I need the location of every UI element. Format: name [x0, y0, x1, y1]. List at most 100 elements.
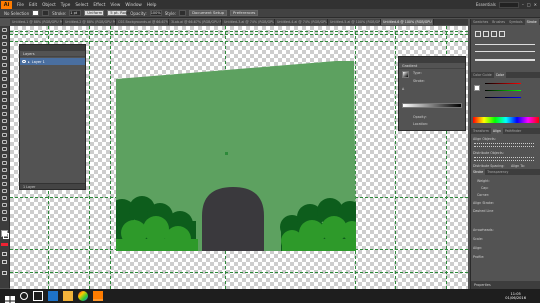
search-help-field[interactable]: [498, 1, 519, 8]
opacity-field[interactable]: 100%: [149, 10, 162, 16]
fill-swatch[interactable]: [32, 10, 40, 16]
green-slider[interactable]: [485, 90, 521, 91]
brush-swatch[interactable]: [491, 31, 497, 37]
gradient-tool-icon[interactable]: [2, 161, 8, 166]
system-clock[interactable]: 11:05 01/06/2016: [505, 292, 526, 301]
stroke-weight-field[interactable]: 1 pt: [69, 10, 82, 16]
layer-lock-icon[interactable]: ▸: [28, 60, 30, 64]
lasso-tool-icon[interactable]: [2, 49, 8, 54]
windows-start-icon[interactable]: [5, 291, 15, 303]
task-view-icon[interactable]: [33, 291, 43, 301]
tab-document-1[interactable]: Untitled-1 @ 88% (RGB/GPU Preview): [10, 19, 63, 25]
column-graph-tool-icon[interactable]: [2, 189, 8, 194]
magic-wand-tool-icon[interactable]: [2, 42, 8, 47]
minimize-button[interactable]: –: [522, 2, 524, 7]
tab-symbols[interactable]: Symbols: [507, 19, 525, 25]
brush-stroke-preview[interactable]: [475, 59, 535, 61]
menu-select[interactable]: Select: [75, 2, 88, 7]
preferences-button[interactable]: Preferences: [230, 10, 259, 16]
document-setup-button[interactable]: Document Setup: [189, 10, 228, 16]
draw-mode-icon[interactable]: [2, 252, 7, 256]
menu-view[interactable]: View: [110, 2, 120, 7]
properties-bar[interactable]: Properties: [471, 281, 540, 289]
zoom-tool-icon[interactable]: [2, 217, 8, 222]
file-explorer-icon[interactable]: [63, 291, 73, 301]
stroke-color-swatch[interactable]: [3, 233, 9, 239]
brush-stroke-preview[interactable]: [475, 51, 535, 52]
type-tool-icon[interactable]: [2, 70, 8, 75]
gradient-panel-tab[interactable]: Gradient: [399, 63, 465, 69]
tab-stroke[interactable]: Stroke: [524, 19, 539, 25]
menu-file[interactable]: File: [17, 2, 24, 7]
line-segment-tool-icon[interactable]: [2, 77, 8, 82]
menu-type[interactable]: Type: [61, 2, 71, 7]
perspective-grid-tool-icon[interactable]: [2, 147, 8, 152]
brush-stroke-preview[interactable]: [475, 44, 535, 45]
color-mode-icon[interactable]: [1, 243, 8, 246]
scale-tool-icon[interactable]: [2, 119, 8, 124]
tab-color[interactable]: Color: [493, 72, 507, 78]
eraser-tool-icon[interactable]: [2, 105, 8, 110]
selection-tool-icon[interactable]: [2, 28, 8, 33]
stroke-swatch[interactable]: [42, 10, 50, 16]
brush-swatch[interactable]: [475, 31, 481, 37]
blue-slider[interactable]: [485, 97, 521, 98]
tab-document-3[interactable]: CSS Backgrounds.ai @ 66.67% (RGB/GPU): [116, 19, 169, 25]
workspace-switcher[interactable]: Essentials: [476, 2, 496, 7]
screen-mode-icon[interactable]: [2, 260, 7, 264]
tab-transform[interactable]: Transform: [471, 128, 491, 134]
free-transform-tool-icon[interactable]: [2, 133, 8, 138]
red-slider[interactable]: [485, 83, 521, 84]
gradient-slider[interactable]: [402, 103, 462, 108]
menu-effect[interactable]: Effect: [93, 2, 105, 7]
artboard-tool-icon[interactable]: [2, 196, 8, 201]
menu-help[interactable]: Help: [147, 2, 157, 7]
tab-pathfinder[interactable]: Pathfinder: [503, 128, 523, 134]
menu-edit[interactable]: Edit: [29, 2, 37, 7]
rotate-tool-icon[interactable]: [2, 112, 8, 117]
menu-object[interactable]: Object: [42, 2, 56, 7]
edit-toolbar-icon[interactable]: [2, 271, 7, 275]
tab-document-6[interactable]: Untitled-4.ai @ 74% (RGB/GPU Preview): [275, 19, 328, 25]
tab-document-5[interactable]: Untitled-3.ai @ 74% (RGB/GPU Preview): [222, 19, 275, 25]
edge-browser-icon[interactable]: [48, 291, 58, 301]
graphic-style-swatch[interactable]: [179, 10, 187, 16]
close-button[interactable]: ✕: [534, 2, 537, 7]
variable-width-profile[interactable]: Uniform: [84, 10, 105, 16]
hand-tool-icon[interactable]: [2, 210, 8, 215]
shape-builder-tool-icon[interactable]: [2, 140, 8, 145]
visibility-eye-icon[interactable]: [22, 60, 26, 63]
distribute-buttons-row[interactable]: [474, 157, 534, 161]
tunnel-shape[interactable]: [202, 187, 264, 251]
chrome-icon[interactable]: [78, 291, 88, 301]
tab-brushes[interactable]: Brushes: [490, 19, 507, 25]
menu-window[interactable]: Window: [125, 2, 142, 7]
fill-color-chip[interactable]: [474, 85, 480, 91]
mesh-tool-icon[interactable]: [2, 154, 8, 159]
layer-row[interactable]: ▸ Layer 1: [20, 58, 85, 65]
eyedropper-tool-icon[interactable]: [2, 168, 8, 173]
symbol-sprayer-tool-icon[interactable]: [2, 182, 8, 187]
rectangle-tool-icon[interactable]: [2, 84, 8, 89]
brush-definition[interactable]: 5 pt. Round: [107, 10, 132, 16]
pencil-tool-icon[interactable]: [2, 98, 8, 103]
blend-tool-icon[interactable]: [2, 175, 8, 180]
tab-document-4[interactable]: 3Lab.ai @ 66.67% (RGB/GPU Preview): [169, 19, 222, 25]
tab-stroke-panel[interactable]: Stroke: [471, 169, 486, 175]
paintbrush-tool-icon[interactable]: [2, 91, 8, 96]
tab-swatches[interactable]: Swatches: [471, 19, 490, 25]
direct-selection-tool-icon[interactable]: [2, 35, 8, 40]
brush-swatch[interactable]: [483, 31, 489, 37]
maximize-button[interactable]: □: [527, 2, 531, 7]
tab-document-active[interactable]: Untitled-6 @ 100% (RGB/GPU Preview): [381, 19, 434, 25]
tab-align[interactable]: Align: [490, 128, 503, 134]
brush-swatch[interactable]: [499, 31, 505, 37]
gradient-thumbnail[interactable]: [402, 71, 409, 78]
tab-transparency[interactable]: Transparency: [485, 169, 510, 175]
width-tool-icon[interactable]: [2, 126, 8, 131]
tab-color-guide[interactable]: Color Guide: [471, 72, 494, 78]
curvature-tool-icon[interactable]: [2, 63, 8, 68]
illustrator-taskbar-icon[interactable]: [93, 291, 103, 301]
pen-tool-icon[interactable]: [2, 56, 8, 61]
layer-name[interactable]: Layer 1: [32, 60, 45, 64]
